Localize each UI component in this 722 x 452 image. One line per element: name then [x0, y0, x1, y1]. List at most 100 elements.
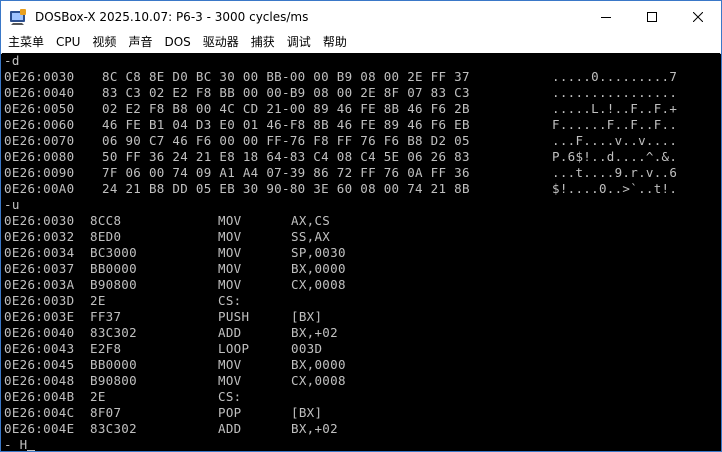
dump-ascii: P.6$!..d....^.&. [552, 149, 678, 164]
disasm-bytes: B90800 [90, 277, 137, 292]
disasm-bytes: 8CC8 [90, 213, 122, 228]
menu-drives[interactable]: 驱动器 [197, 32, 245, 53]
dump-hex-bytes: 46 FE B1 04 D3 E0 01 46-F8 8B 46 FE 89 4… [102, 117, 470, 132]
maximize-icon [647, 11, 657, 22]
disasm-bytes: 2E [90, 293, 106, 308]
window-title: DOSBox-X 2025.10.07: P6-3 - 3000 cycles/… [35, 9, 309, 24]
dump-hex-bytes: 7F 06 00 74 09 A1 A4 07-39 86 72 FF 76 0… [102, 165, 470, 180]
disasm-address: 0E26:0032 [4, 229, 75, 244]
disasm-bytes: BB0000 [90, 261, 137, 276]
disasm-address: 0E26:004B [4, 389, 75, 404]
close-button[interactable] [675, 1, 721, 32]
disasm-mnemonic: MOV [218, 357, 242, 372]
dosbox-window: DOSBox-X 2025.10.07: P6-3 - 3000 cycles/… [0, 0, 722, 452]
disasm-address: 0E26:0045 [4, 357, 75, 372]
disasm-bytes: BB0000 [90, 357, 137, 372]
disasm-mnemonic: CS: [218, 293, 242, 308]
close-icon [693, 11, 703, 22]
dump-hex-bytes: 83 C3 02 E2 F8 BB 00 00-B9 08 00 2E 8F 0… [102, 85, 470, 100]
disasm-operands: BX,0000 [291, 261, 346, 276]
disasm-operands: SS,AX [291, 229, 331, 244]
disasm-address: 0E26:004E [4, 421, 75, 436]
disasm-mnemonic: MOV [218, 245, 242, 260]
disasm-operands: BX,+02 [291, 421, 338, 436]
minimize-button[interactable] [583, 1, 629, 32]
disasm-mnemonic: CS: [218, 389, 242, 404]
title-bar[interactable]: DOSBox-X 2025.10.07: P6-3 - 3000 cycles/… [1, 1, 721, 32]
disasm-address: 0E26:003E [4, 309, 75, 324]
disasm-address: 0E26:0043 [4, 341, 75, 356]
disasm-operands: [BX] [291, 309, 323, 324]
disasm-address: 0E26:0034 [4, 245, 75, 260]
disasm-bytes: 8F07 [90, 405, 122, 420]
disasm-address: 0E26:003A [4, 277, 75, 292]
disasm-operands: 003D [291, 341, 323, 356]
disasm-mnemonic: MOV [218, 373, 242, 388]
disasm-address: 0E26:004C [4, 405, 75, 420]
menu-sound[interactable]: 声音 [122, 32, 158, 53]
dump-address: 0E26:0060 [4, 117, 75, 132]
dump-address: 0E26:0050 [4, 101, 75, 116]
window-controls [583, 1, 721, 32]
command-text: -u [4, 197, 20, 212]
disasm-bytes: FF37 [90, 309, 122, 324]
menu-capture[interactable]: 捕获 [245, 32, 281, 53]
dump-ascii: $!....0..>`..t!. [552, 181, 678, 196]
disasm-bytes: 83C302 [90, 421, 137, 436]
disasm-mnemonic: MOV [218, 277, 242, 292]
disasm-mnemonic: POP [218, 405, 242, 420]
disasm-mnemonic: MOV [218, 213, 242, 228]
disasm-bytes: BC3000 [90, 245, 137, 260]
disasm-address: 0E26:0040 [4, 325, 75, 340]
dump-ascii: ...t....9.r.v..6 [552, 165, 678, 180]
disasm-operands: CX,0008 [291, 373, 346, 388]
dump-hex-bytes: 24 21 B8 DD 05 EB 30 90-80 3E 60 08 00 7… [102, 181, 470, 196]
disasm-operands: [BX] [291, 405, 323, 420]
dump-ascii: ...F....v..v.... [552, 133, 678, 148]
dump-ascii: .....0.........7 [552, 69, 678, 84]
minimize-icon [601, 16, 611, 18]
menu-main[interactable]: 主菜单 [1, 32, 50, 53]
dump-hex-bytes: 8C C8 8E D0 BC 30 00 BB-00 00 B9 08 00 2… [102, 69, 470, 84]
disasm-address: 0E26:0037 [4, 261, 75, 276]
menu-cpu[interactable]: CPU [50, 32, 86, 53]
text-cursor [27, 450, 36, 451]
disasm-mnemonic: PUSH [218, 309, 250, 324]
disasm-mnemonic: LOOP [218, 341, 250, 356]
disasm-bytes: E2F8 [90, 341, 122, 356]
disasm-operands: BX,0000 [291, 357, 346, 372]
disasm-mnemonic: ADD [218, 421, 242, 436]
prompt-text: - H [4, 437, 36, 451]
disasm-bytes: 8ED0 [90, 229, 122, 244]
disasm-mnemonic: ADD [218, 325, 242, 340]
dump-address: 0E26:0040 [4, 85, 75, 100]
disasm-operands: CX,0008 [291, 277, 346, 292]
dump-ascii: .....L.!..F..F.+ [552, 101, 678, 116]
disasm-bytes: B90800 [90, 373, 137, 388]
command-text: -d [4, 53, 20, 68]
dump-address: 0E26:0090 [4, 165, 75, 180]
menu-video[interactable]: 视频 [86, 32, 122, 53]
menu-help[interactable]: 帮助 [317, 32, 353, 53]
disasm-address: 0E26:0030 [4, 213, 75, 228]
disasm-operands: SP,0030 [291, 245, 346, 260]
menu-debug[interactable]: 调试 [281, 32, 317, 53]
disasm-operands: AX,CS [291, 213, 331, 228]
disasm-address: 0E26:0048 [4, 373, 75, 388]
disasm-bytes: 83C302 [90, 325, 137, 340]
disasm-mnemonic: MOV [218, 229, 242, 244]
dos-console[interactable]: -d 0E26:0030 8C C8 8E D0 BC 30 00 BB-00 00… [2, 53, 720, 451]
dump-hex-bytes: 02 E2 F8 B8 00 4C CD 21-00 89 46 FE 8B 4… [102, 101, 470, 116]
dump-address: 0E26:0070 [4, 133, 75, 148]
disasm-bytes: 2E [90, 389, 106, 404]
dosbox-app-icon[interactable] [9, 8, 27, 26]
maximize-button[interactable] [629, 1, 675, 32]
disasm-mnemonic: MOV [218, 261, 242, 276]
dump-hex-bytes: 06 90 C7 46 F6 00 00 FF-76 F8 FF 76 F6 B… [102, 133, 470, 148]
dump-address: 0E26:0080 [4, 149, 75, 164]
dump-ascii: ................ [552, 85, 678, 100]
menu-dos[interactable]: DOS [158, 32, 196, 53]
menu-bar: 主菜单 CPU 视频 声音 DOS 驱动器 捕获 调试 帮助 [1, 32, 721, 54]
dump-hex-bytes: 50 FF 36 24 21 E8 18 64-83 C4 08 C4 5E 0… [102, 149, 470, 164]
dump-address: 0E26:00A0 [4, 181, 75, 196]
